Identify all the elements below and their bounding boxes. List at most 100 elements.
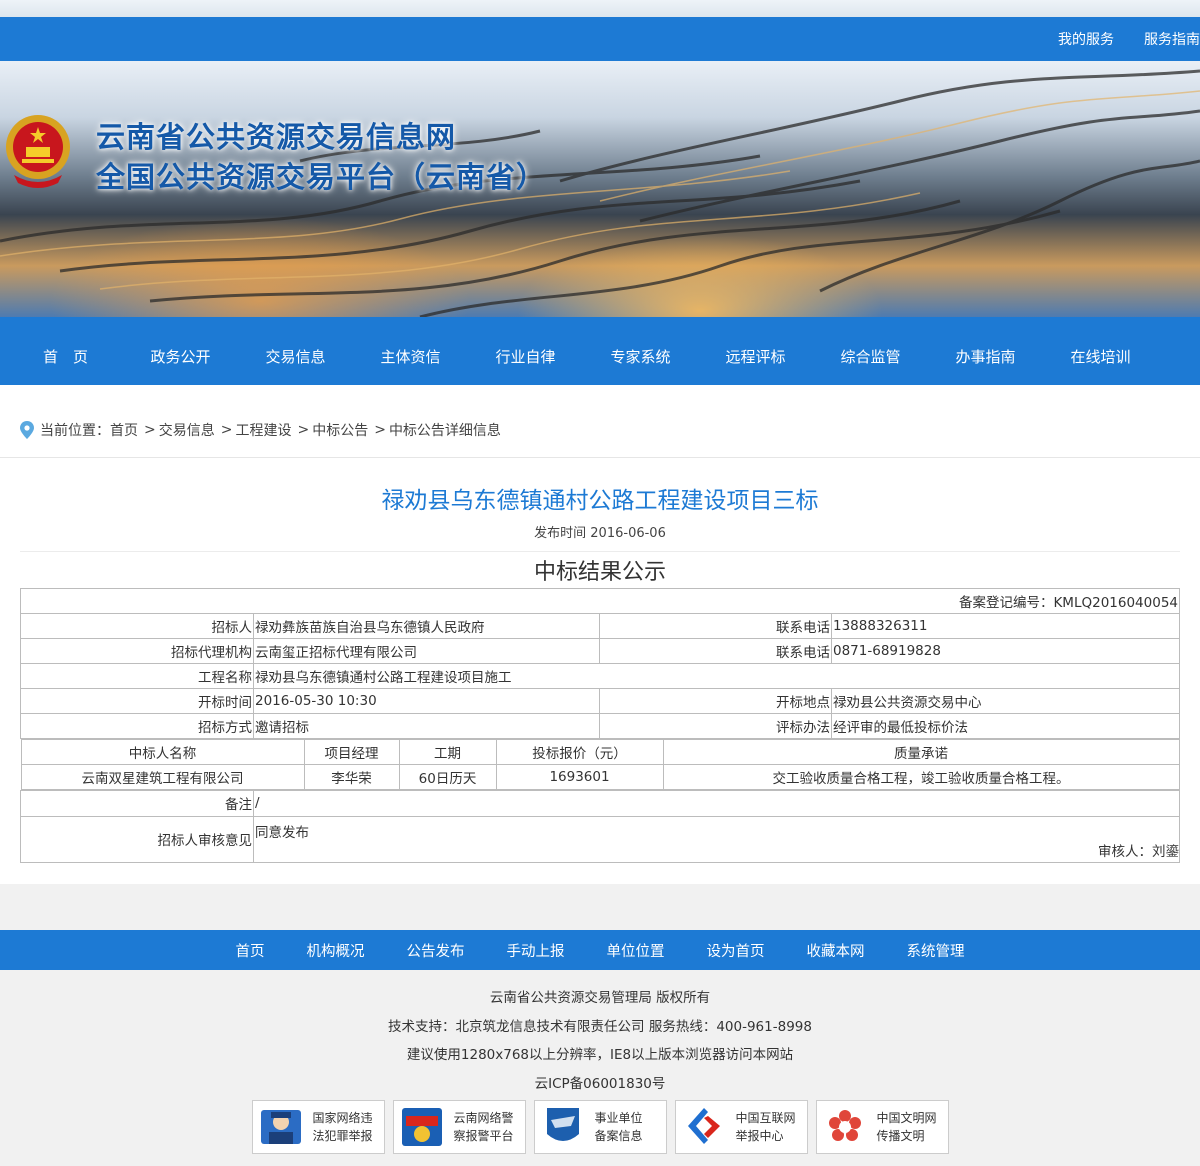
- award-result-table: 中标结果公示 备案登记编号：KMLQ2016040054 招标人 禄劝彝族苗族自…: [20, 552, 1180, 863]
- table-heading: 中标结果公示: [20, 552, 1180, 589]
- breadcrumb-trade-info[interactable]: 交易信息: [159, 420, 215, 440]
- winner-table: 中标人名称 项目经理 工期 投标报价（元） 质量承诺 云南双星建筑工程有限公司 …: [20, 738, 1180, 790]
- badge-text-line1: 云南网络警: [453, 1111, 514, 1125]
- footer-nav-location[interactable]: 单位位置: [607, 940, 665, 961]
- col-duration: 工期: [398, 738, 497, 765]
- police-icon: [260, 1110, 301, 1144]
- agency-value: 云南玺正招标代理有限公司: [253, 637, 600, 664]
- project-name-label: 工程名称: [20, 662, 254, 689]
- badge-internet-report[interactable]: 中国互联网 举报中心: [674, 1100, 808, 1154]
- evaluation-method-value: 经评审的最低投标价法: [831, 712, 1180, 739]
- publish-date: 发布时间 2016-06-06: [534, 526, 666, 541]
- table-row: 招标人 禄劝彝族苗族自治县乌东德镇人民政府 联系电话 13888326311: [20, 612, 1180, 639]
- nav-guide[interactable]: 办事指南: [928, 317, 1043, 385]
- police-badge-icon: [401, 1108, 442, 1146]
- footer-nav-report[interactable]: 手动上报: [507, 940, 565, 961]
- tech-support: 技术支持：北京筑龙信息技术有限责任公司 服务热线：400-961-8998: [388, 1018, 812, 1035]
- breadcrumb-engineering[interactable]: 工程建设: [235, 420, 291, 440]
- col-project-manager: 项目经理: [303, 738, 400, 765]
- breadcrumb-separator: >: [144, 422, 156, 438]
- national-emblem-icon: [6, 115, 70, 188]
- table-row: 工程名称 禄劝县乌东德镇通村公路工程建设项目施工: [20, 662, 1180, 689]
- col-quality: 质量承诺: [662, 738, 1180, 765]
- nav-expert-system[interactable]: 专家系统: [583, 317, 698, 385]
- badge-civilization[interactable]: 中国文明网 传播文明: [815, 1100, 949, 1154]
- top-strip: [0, 0, 1200, 17]
- location-pin-icon: [20, 421, 34, 439]
- remark-value: /: [253, 789, 1180, 817]
- table-row: 招标方式 邀请招标 评标办法 经评审的最低投标价法: [20, 712, 1180, 739]
- footer-nav-about[interactable]: 机构概况: [307, 940, 365, 961]
- site-title-line2: 全国公共资源交易平台（云南省）: [96, 160, 547, 194]
- badge-illegal-report[interactable]: 国家网络违 法犯罪举报: [251, 1100, 385, 1154]
- remark-label: 备注: [20, 789, 254, 817]
- breadcrumb-prefix: 当前位置：: [40, 423, 110, 439]
- breadcrumb-home[interactable]: 首页: [110, 420, 138, 440]
- my-service-link[interactable]: 我的服务: [1058, 29, 1114, 49]
- copyright: 云南省公共资源交易管理局 版权所有: [489, 990, 711, 1006]
- tenderer-value: 禄劝彝族苗族自治县乌东德镇人民政府: [253, 612, 600, 639]
- badge-text-line2: 备案信息: [594, 1129, 643, 1143]
- agency-phone-value: 0871-68919828: [831, 637, 1180, 664]
- breadcrumb-current: 中标公告详细信息: [388, 423, 501, 439]
- content-bottom-spacer: [0, 884, 1200, 930]
- bid-price: 1693601: [495, 763, 664, 790]
- quality-commitment: 交工验收质量合格工程，竣工验收质量合格工程。: [662, 763, 1180, 790]
- project-manager: 李华荣: [303, 763, 400, 790]
- nav-home[interactable]: 首 页: [8, 317, 123, 385]
- site-title-line1: 云南省公共资源交易信息网: [96, 120, 457, 154]
- footer-nav-bookmark[interactable]: 收藏本网: [807, 940, 865, 961]
- badge-text-line1: 中国文明网: [876, 1111, 937, 1125]
- badge-text-line2: 察报警平台: [453, 1129, 514, 1143]
- evaluation-method-label: 评标办法: [599, 712, 832, 739]
- winner-header-row: 中标人名称 项目经理 工期 投标报价（元） 质量承诺: [20, 738, 1180, 765]
- nav-remote-evaluation[interactable]: 远程评标: [698, 317, 813, 385]
- opening-time-value: 2016-05-30 10:30: [253, 687, 600, 714]
- breadcrumb-separator: >: [220, 422, 233, 438]
- breadcrumb: 当前位置： 首页 > 交易信息 > 工程建设 > 中标公告 > 中标公告详细信息: [0, 385, 1200, 458]
- nav-government-affairs[interactable]: 政务公开: [123, 317, 238, 385]
- winner-name: 云南双星建筑工程有限公司: [20, 763, 305, 790]
- agency-label: 招标代理机构: [20, 637, 254, 664]
- winner-row: 云南双星建筑工程有限公司 李华荣 60日历天 1693601 交工验收质量合格工…: [20, 763, 1180, 790]
- opening-place-label: 开标地点: [599, 687, 832, 714]
- phone-label: 联系电话: [599, 612, 832, 639]
- badge-institution[interactable]: 事业单位 备案信息: [533, 1100, 667, 1154]
- nav-credit[interactable]: 主体资信: [353, 317, 468, 385]
- nav-self-discipline[interactable]: 行业自律: [468, 317, 583, 385]
- service-guide-link[interactable]: 服务指南: [1144, 29, 1200, 49]
- breadcrumb-separator: >: [374, 422, 386, 438]
- nav-trade-info[interactable]: 交易信息: [238, 317, 353, 385]
- phone-value: 13888326311: [831, 612, 1180, 639]
- col-bid-price: 投标报价（元）: [495, 738, 664, 765]
- tender-method-value: 邀请招标: [253, 712, 600, 739]
- breadcrumb-award-notice[interactable]: 中标公告: [312, 420, 368, 440]
- breadcrumb-separator: >: [297, 422, 310, 438]
- opening-place-value: 禄劝县公共资源交易中心: [831, 687, 1180, 714]
- report-center-icon: [687, 1108, 720, 1144]
- nav-supervision[interactable]: 综合监管: [813, 317, 928, 385]
- record-number: 备案登记编号：KMLQ2016040054: [20, 587, 1180, 614]
- article-title: 禄劝县乌东德镇通村公路工程建设项目三标: [381, 488, 819, 514]
- winner-table-cell: 中标人名称 项目经理 工期 投标报价（元） 质量承诺 云南双星建筑工程有限公司 …: [20, 738, 1180, 790]
- reviewer: 审核人：刘鎏: [1098, 843, 1179, 860]
- review-cell: 同意发布 审核人：刘鎏: [253, 815, 1180, 863]
- badge-text-line2: 传播文明: [876, 1129, 925, 1143]
- footer-badges: 国家网络违 法犯罪举报 云南网络警察报警平台 事业单位 备案信息 中国互联网 举报中心: [0, 1100, 1200, 1154]
- article: 禄劝县乌东德镇通村公路工程建设项目三标 发布时间 2016-06-06 中标结果…: [0, 486, 1200, 863]
- table-row: 招标人审核意见 同意发布 审核人：刘鎏: [20, 815, 1180, 863]
- civilization-icon: [828, 1110, 861, 1141]
- footer-nav-set-home[interactable]: 设为首页: [707, 940, 765, 961]
- col-winner-name: 中标人名称: [20, 738, 305, 765]
- review-label: 招标人审核意见: [20, 815, 254, 863]
- badge-yunnan-police[interactable]: 云南网络警察报警平台: [392, 1100, 526, 1154]
- footer-nav-admin[interactable]: 系统管理: [907, 940, 965, 961]
- nav-online-training[interactable]: 在线培训: [1043, 317, 1158, 385]
- badge-text-line2: 法犯罪举报: [312, 1129, 373, 1143]
- table-row: 开标时间 2016-05-30 10:30 开标地点 禄劝县公共资源交易中心: [20, 687, 1180, 714]
- footer-nav-announce[interactable]: 公告发布: [407, 940, 465, 961]
- footer-nav-home[interactable]: 首页: [236, 940, 265, 961]
- table-row: 备注 /: [20, 789, 1180, 817]
- header-banner: 云南省公共资源交易信息网 全国公共资源交易平台（云南省）: [0, 61, 1200, 317]
- opening-time-label: 开标时间: [20, 687, 254, 714]
